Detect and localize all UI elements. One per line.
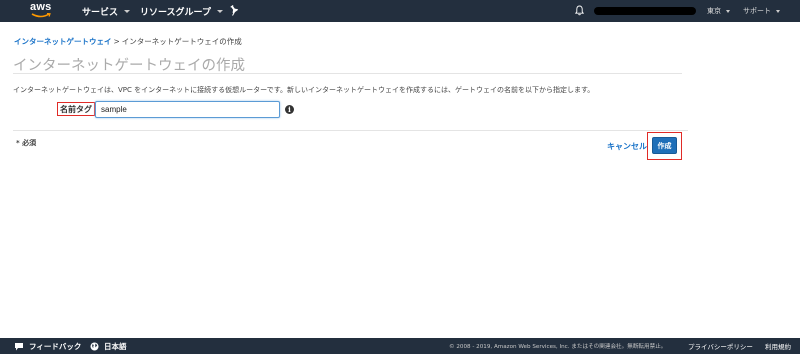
resource-groups-menu-label: リソースグループ [140,7,212,18]
region-menu[interactable]: 東京 [707,0,730,22]
breadcrumb-current: インターネットゲートウェイの作成 [121,37,242,46]
copyright-text: © 2008 - 2019, Amazon Web Services, Inc.… [449,344,667,350]
title-divider [13,73,682,74]
name-tag-label: 名前タグ [57,102,95,116]
globe-icon [90,342,99,350]
create-button[interactable]: 作成 [652,137,677,154]
services-menu-label: サービス [82,7,119,18]
required-note: * 必須 [16,139,37,147]
breadcrumb: インターネットゲートウェイ > インターネットゲートウェイの作成 [14,36,242,47]
section-divider [13,130,688,131]
terms-link[interactable]: 利用規約 [765,338,791,354]
services-menu[interactable]: サービス [82,0,131,22]
pin-icon[interactable] [230,5,239,16]
feedback-button[interactable]: フィードバック [14,338,81,354]
aws-logo-text: aws [30,1,52,13]
aws-logo[interactable]: aws [30,2,54,20]
support-menu-label: サポート [743,7,771,15]
page-title: インターネットゲートウェイの作成 [13,58,245,74]
name-tag-input[interactable] [95,101,280,118]
language-selector[interactable]: 日本語 [90,338,127,354]
chevron-down-icon [776,9,780,13]
footer-bar: フィードバック 日本語 © 2008 - 2019, Amazon Web Se… [0,338,800,354]
resource-groups-menu[interactable]: リソースグループ [140,0,224,22]
privacy-policy-link[interactable]: プライバシーポリシー [688,338,753,354]
bell-icon[interactable] [575,5,584,16]
breadcrumb-separator: > [113,37,120,46]
support-menu[interactable]: サポート [743,0,780,22]
breadcrumb-link-internet-gateways[interactable]: インターネットゲートウェイ [14,37,112,46]
aws-smile-icon [31,13,51,18]
chevron-down-icon [124,9,131,13]
account-name-redacted[interactable] [594,7,696,15]
chevron-down-icon [217,9,224,13]
top-navigation-bar: aws サービス リソースグループ 東京 サポート [0,0,800,22]
feedback-label: フィードバック [29,341,82,351]
page-description: インターネットゲートウェイは、VPC をインターネットに接続する仮想ルーターです… [13,86,595,94]
info-icon[interactable]: i [285,105,294,114]
language-label: 日本語 [104,341,127,351]
cancel-button[interactable]: キャンセル [607,141,647,152]
speech-bubble-icon [15,342,23,350]
chevron-down-icon [726,9,730,13]
region-menu-label: 東京 [707,7,721,15]
